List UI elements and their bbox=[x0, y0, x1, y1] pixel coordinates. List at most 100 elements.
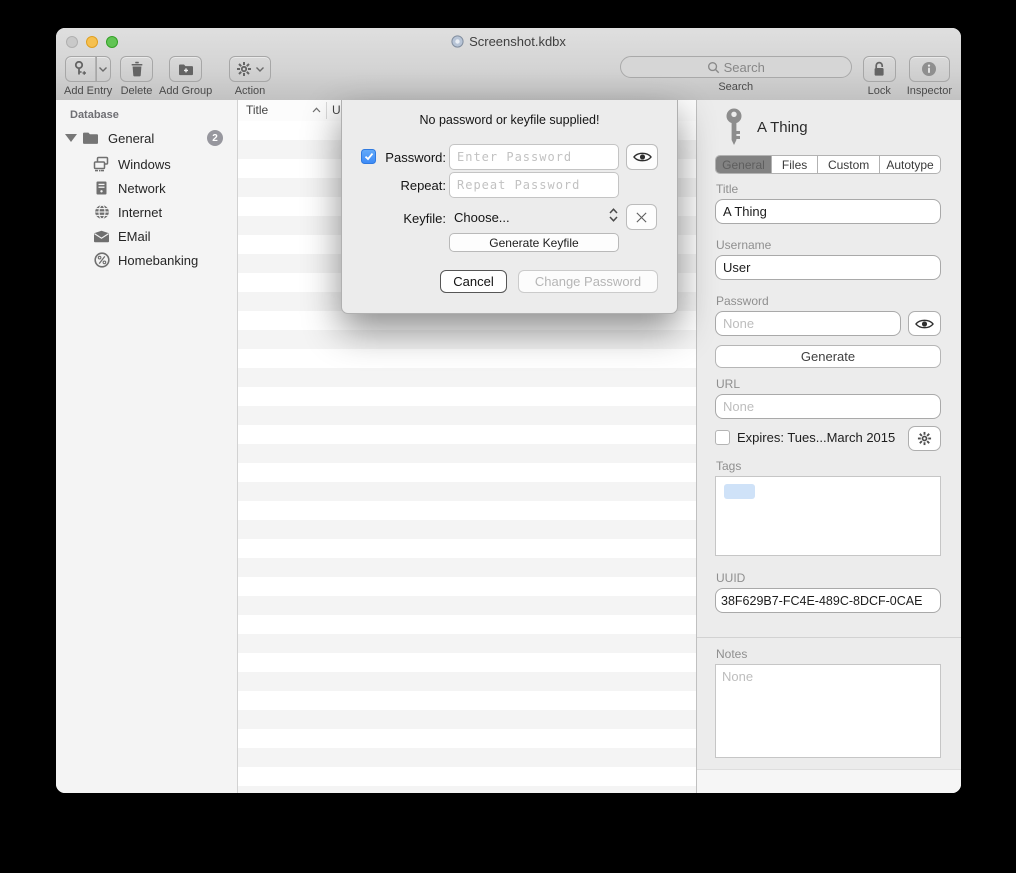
chevron-down-icon bbox=[256, 67, 264, 72]
entry-title: A Thing bbox=[757, 119, 808, 136]
window-chrome: Screenshot.kdbx Add Entry bbox=[56, 28, 961, 101]
tab-files[interactable]: Files bbox=[772, 156, 818, 173]
action-label: Action bbox=[235, 85, 266, 97]
network-icon bbox=[93, 180, 110, 196]
zoom-button[interactable] bbox=[106, 36, 118, 48]
app-window: Screenshot.kdbx Add Entry bbox=[56, 28, 961, 793]
sort-ascending-icon bbox=[312, 107, 321, 113]
inspector-label: Inspector bbox=[907, 85, 952, 97]
sidebar-item-email[interactable]: EMail bbox=[56, 224, 237, 248]
username-field[interactable] bbox=[715, 255, 941, 280]
url-label: URL bbox=[716, 377, 740, 391]
sidebar-header: Database bbox=[70, 109, 119, 121]
minimize-button[interactable] bbox=[86, 36, 98, 48]
add-group-button[interactable] bbox=[169, 56, 202, 82]
dialog-password-label: Password: bbox=[362, 150, 446, 165]
sidebar-item-homebanking[interactable]: Homebanking bbox=[56, 248, 237, 272]
disclosure-triangle-icon[interactable] bbox=[65, 134, 77, 142]
dialog-keyfile-label: Keyfile: bbox=[362, 211, 446, 226]
eye-icon bbox=[915, 318, 934, 330]
search-placeholder: Search bbox=[724, 60, 765, 75]
windows-icon bbox=[93, 156, 110, 172]
add-entry-dropdown[interactable] bbox=[96, 57, 110, 81]
sidebar-item-label: Homebanking bbox=[118, 253, 198, 268]
gear-icon bbox=[236, 61, 252, 77]
popup-stepper-icon[interactable] bbox=[608, 207, 619, 223]
title-label: Title bbox=[716, 182, 738, 196]
entry-count-badge: 2 bbox=[207, 130, 223, 146]
sidebar-item-label: Internet bbox=[118, 205, 162, 220]
password-field[interactable] bbox=[715, 311, 901, 336]
section-divider bbox=[697, 637, 961, 638]
sidebar-group-label: General bbox=[108, 131, 154, 146]
username-label: Username bbox=[716, 238, 771, 252]
keyfile-popup[interactable]: Choose... bbox=[454, 210, 510, 225]
title-field[interactable] bbox=[715, 199, 941, 224]
info-icon bbox=[921, 61, 937, 77]
change-password-button[interactable]: Change Password bbox=[518, 270, 658, 293]
reveal-password-button[interactable] bbox=[908, 311, 941, 336]
tag-chip[interactable] bbox=[724, 484, 755, 499]
inspector-button[interactable] bbox=[909, 56, 950, 82]
tab-custom[interactable]: Custom bbox=[818, 156, 880, 173]
lock-button[interactable] bbox=[863, 56, 896, 82]
column-header-title[interactable]: Title bbox=[246, 103, 268, 117]
sidebar-item-label: EMail bbox=[118, 229, 151, 244]
clear-keyfile-button[interactable] bbox=[626, 204, 657, 230]
expires-options-button[interactable] bbox=[908, 426, 941, 451]
uuid-label: UUID bbox=[716, 571, 745, 585]
document-icon bbox=[451, 35, 464, 48]
search-label: Search bbox=[718, 81, 753, 93]
window-title: Screenshot.kdbx bbox=[469, 34, 566, 49]
close-x-icon bbox=[635, 211, 648, 224]
email-icon bbox=[93, 230, 110, 243]
lock-open-icon bbox=[872, 61, 886, 78]
column-header-username[interactable]: U bbox=[332, 103, 341, 117]
gear-icon bbox=[917, 431, 932, 446]
enter-password-field[interactable] bbox=[449, 144, 619, 170]
delete-button[interactable] bbox=[120, 56, 153, 82]
inspector-panel: A Thing General Files Custom Autotype Ti… bbox=[696, 100, 961, 793]
tags-box[interactable] bbox=[715, 476, 941, 556]
cancel-button[interactable]: Cancel bbox=[440, 270, 507, 293]
tab-autotype[interactable]: Autotype bbox=[880, 156, 940, 173]
sidebar-item-internet[interactable]: Internet bbox=[56, 200, 237, 224]
sidebar-item-label: Windows bbox=[118, 157, 171, 172]
action-button[interactable] bbox=[229, 56, 271, 82]
add-entry-button[interactable] bbox=[65, 56, 111, 82]
folder-icon bbox=[82, 131, 99, 145]
dialog-repeat-label: Repeat: bbox=[362, 178, 446, 193]
sidebar-group-general[interactable]: General 2 bbox=[56, 128, 237, 148]
inspector-tabs: General Files Custom Autotype bbox=[715, 155, 941, 174]
password-label: Password bbox=[716, 294, 769, 308]
key-icon bbox=[723, 108, 745, 146]
homebanking-icon bbox=[93, 252, 110, 268]
tags-label: Tags bbox=[716, 459, 741, 473]
trash-icon bbox=[130, 61, 144, 77]
add-entry-label: Add Entry bbox=[64, 85, 112, 97]
notes-field[interactable] bbox=[715, 664, 941, 758]
search-input[interactable]: Search bbox=[620, 56, 852, 78]
sidebar-item-network[interactable]: Network bbox=[56, 176, 237, 200]
inspector-footer bbox=[697, 769, 961, 793]
url-field[interactable] bbox=[715, 394, 941, 419]
repeat-password-field[interactable] bbox=[449, 172, 619, 198]
traffic-lights bbox=[66, 36, 118, 48]
toolbar: Add Entry Delete Add Group bbox=[56, 55, 961, 100]
dialog-reveal-password-button[interactable] bbox=[626, 144, 658, 170]
uuid-field[interactable] bbox=[715, 588, 941, 613]
internet-icon bbox=[93, 204, 110, 220]
expires-checkbox[interactable] bbox=[715, 430, 730, 445]
sidebar-item-windows[interactable]: Windows bbox=[56, 152, 237, 176]
column-divider[interactable] bbox=[326, 102, 327, 119]
add-group-label: Add Group bbox=[159, 85, 212, 97]
generate-keyfile-button[interactable]: Generate Keyfile bbox=[449, 233, 619, 252]
generate-password-button[interactable]: Generate bbox=[715, 345, 941, 368]
tab-general[interactable]: General bbox=[716, 156, 772, 173]
dialog-message: No password or keyfile supplied! bbox=[342, 113, 677, 127]
eye-icon bbox=[633, 151, 652, 163]
sidebar-item-label: Network bbox=[118, 181, 166, 196]
titlebar[interactable]: Screenshot.kdbx bbox=[56, 28, 961, 55]
search-icon bbox=[707, 61, 720, 74]
close-button[interactable] bbox=[66, 36, 78, 48]
